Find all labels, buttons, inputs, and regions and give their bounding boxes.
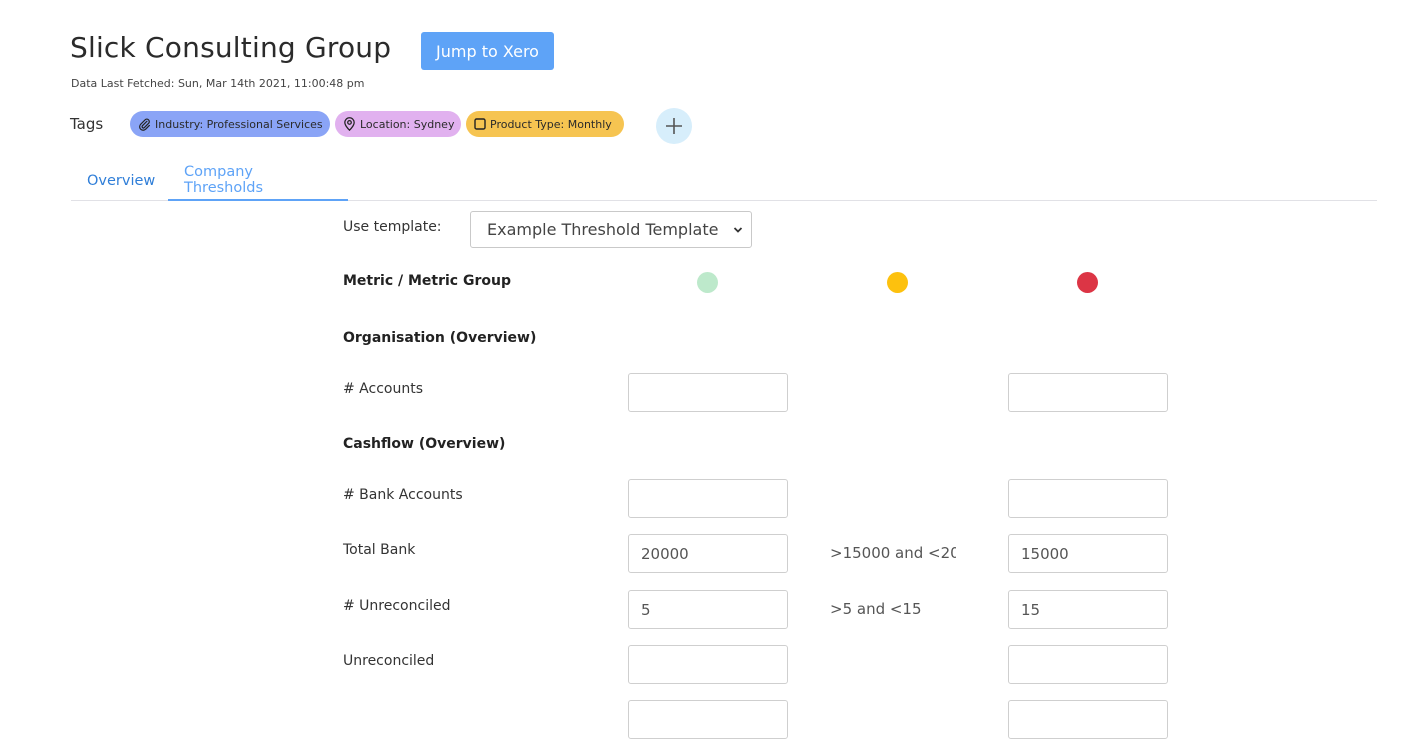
red-threshold-input[interactable]	[1008, 534, 1168, 573]
template-selected-value: Example Threshold Template	[487, 220, 719, 239]
template-select[interactable]: Example Threshold Template	[470, 211, 752, 248]
group-title: Cashflow (Overview)	[343, 436, 506, 452]
metric-label: # Unreconciled	[343, 598, 451, 614]
tab-bar: Overview Company Thresholds	[71, 160, 1377, 201]
company-title: Slick Consulting Group	[70, 31, 392, 64]
group-title: Organisation (Overview)	[343, 330, 537, 346]
green-threshold-input[interactable]	[628, 479, 788, 518]
amber-threshold-range	[818, 589, 968, 628]
red-threshold-input[interactable]	[1008, 479, 1168, 518]
tag-label: Product Type: Monthly	[490, 117, 612, 131]
plus-icon	[666, 118, 682, 134]
red-status-dot	[1077, 272, 1098, 293]
metric-label: Total Bank	[343, 542, 416, 558]
green-status-dot	[697, 272, 718, 293]
amber-status-dot	[887, 272, 908, 293]
green-threshold-input[interactable]	[628, 645, 788, 684]
tag-label: Location: Sydney	[360, 117, 455, 131]
tag-industry[interactable]: Industry: Professional Services	[130, 111, 330, 137]
jump-to-xero-button[interactable]: Jump to Xero	[421, 32, 554, 70]
metric-column-header: Metric / Metric Group	[343, 273, 511, 289]
green-threshold-input[interactable]	[628, 590, 788, 629]
red-threshold-input[interactable]	[1008, 645, 1168, 684]
use-template-label: Use template:	[343, 219, 442, 235]
add-tag-button[interactable]	[656, 108, 692, 144]
tag-product-type[interactable]: Product Type: Monthly	[466, 111, 624, 137]
metric-label: Unreconciled	[343, 653, 435, 669]
metric-label: # Accounts	[343, 381, 424, 397]
square-icon	[474, 118, 486, 130]
tab-overview[interactable]: Overview	[71, 160, 168, 201]
chevron-down-icon	[733, 226, 743, 233]
amber-threshold-range	[818, 533, 968, 572]
last-fetched-text: Data Last Fetched: Sun, Mar 14th 2021, 1…	[71, 77, 365, 90]
red-threshold-input[interactable]	[1008, 700, 1168, 739]
red-threshold-input[interactable]	[1008, 373, 1168, 412]
tag-location[interactable]: Location: Sydney	[335, 111, 461, 137]
green-threshold-input[interactable]	[628, 534, 788, 573]
tag-label: Industry: Professional Services	[155, 117, 323, 131]
red-threshold-input[interactable]	[1008, 590, 1168, 629]
green-threshold-input[interactable]	[628, 700, 788, 739]
tags-label: Tags	[70, 115, 104, 133]
paperclip-icon	[139, 118, 150, 131]
tab-company-thresholds[interactable]: Company Thresholds	[168, 160, 348, 201]
metric-label: # Bank Accounts	[343, 487, 463, 503]
location-pin-icon	[344, 117, 355, 131]
green-threshold-input[interactable]	[628, 373, 788, 412]
